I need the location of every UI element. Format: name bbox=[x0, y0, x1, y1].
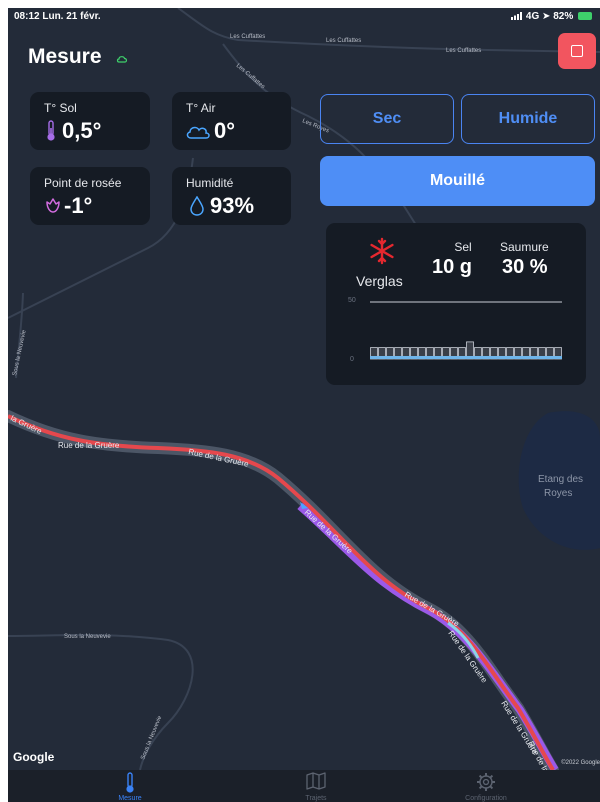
tab-mesure[interactable]: Mesure bbox=[70, 770, 190, 802]
ground-temperature-value: 0,5° bbox=[62, 118, 102, 143]
tile-ground-temperature: T° Sol 0,5° bbox=[30, 92, 150, 150]
tab-label: Mesure bbox=[118, 795, 142, 802]
battery-icon bbox=[578, 12, 592, 20]
map-label: Rue de la Gruère bbox=[58, 441, 120, 450]
tab-trajets[interactable]: Trajets bbox=[256, 770, 376, 802]
thermometer-icon bbox=[126, 772, 134, 793]
signal-icon bbox=[511, 12, 523, 20]
water-drop-icon bbox=[190, 196, 204, 216]
tile-air-temperature: T° Air 0° bbox=[172, 92, 291, 150]
chart-baseline bbox=[370, 356, 562, 359]
ground-temperature-label: T° Sol bbox=[44, 101, 77, 115]
air-temperature-label: T° Air bbox=[186, 101, 216, 115]
stop-icon bbox=[571, 45, 583, 57]
condition-soaked-button[interactable]: Mouillé bbox=[320, 156, 595, 206]
map-label: Sous la Neuvevie bbox=[64, 634, 111, 640]
battery-percent: 82% bbox=[553, 11, 574, 22]
page-title: Mesure bbox=[28, 45, 102, 68]
dew-point-label: Point de rosée bbox=[44, 176, 122, 190]
treatment-card: Verglas Sel 10 g Saumure 30 % 50 0 bbox=[326, 223, 586, 385]
route-red bbox=[8, 414, 555, 770]
gear-icon bbox=[477, 773, 495, 791]
map-label: Les Cuffattes bbox=[235, 63, 266, 90]
salt-history-chart bbox=[370, 301, 562, 360]
tab-bar: Mesure Trajets Configuration bbox=[8, 770, 600, 802]
condition-wet-button[interactable]: Humide bbox=[461, 94, 595, 144]
google-logo: Google bbox=[13, 750, 55, 764]
air-temperature-value: 0° bbox=[214, 118, 236, 143]
map-label: Rue de la Gruère bbox=[303, 508, 355, 556]
humidity-label: Humidité bbox=[186, 176, 234, 190]
tab-label: Trajets bbox=[305, 795, 327, 802]
map-label: Les Cuffattes bbox=[446, 48, 481, 54]
tile-humidity: Humidité 93% bbox=[172, 167, 291, 225]
location-services-icon: ➤ bbox=[542, 11, 551, 22]
app-screen: Les Cuffattes Les Cuffattes Les Cuffatte… bbox=[8, 8, 600, 802]
map-label: Royes bbox=[544, 488, 572, 499]
cloud-sync-icon bbox=[116, 56, 128, 63]
tile-dew-point: Point de rosée -1° bbox=[30, 167, 150, 225]
status-bar: 08:12 Lun. 21 févr. 4G ➤ 82% bbox=[8, 8, 600, 26]
map-label: Les Cuffattes bbox=[326, 38, 361, 44]
map-label: Sous la Neuvevie bbox=[140, 715, 163, 761]
tab-label: Configuration bbox=[465, 795, 507, 802]
status-right: 4G ➤ 82% bbox=[511, 11, 592, 22]
humidity-value: 93% bbox=[210, 193, 255, 218]
map-label: Etang des bbox=[538, 474, 583, 485]
map-copyright: ©2022 Google bbox=[561, 760, 600, 766]
stop-recording-button[interactable] bbox=[558, 33, 596, 69]
thermometer-icon bbox=[47, 120, 55, 141]
cloud-icon bbox=[186, 126, 210, 139]
map-label: Sous la Neuvevie bbox=[12, 329, 28, 377]
dew-point-value: -1° bbox=[64, 193, 93, 218]
map-label: Rue de la Gruère bbox=[403, 590, 461, 629]
network-type: 4G bbox=[525, 11, 540, 22]
map-icon bbox=[306, 772, 326, 790]
status-time-date: 08:12 Lun. 21 févr. bbox=[14, 11, 101, 22]
map-label: Les Cuffattes bbox=[230, 34, 265, 40]
flower-icon bbox=[46, 198, 60, 213]
road-main bbox=[8, 410, 559, 770]
condition-dry-button[interactable]: Sec bbox=[320, 94, 454, 144]
tab-configuration[interactable]: Configuration bbox=[426, 770, 546, 802]
